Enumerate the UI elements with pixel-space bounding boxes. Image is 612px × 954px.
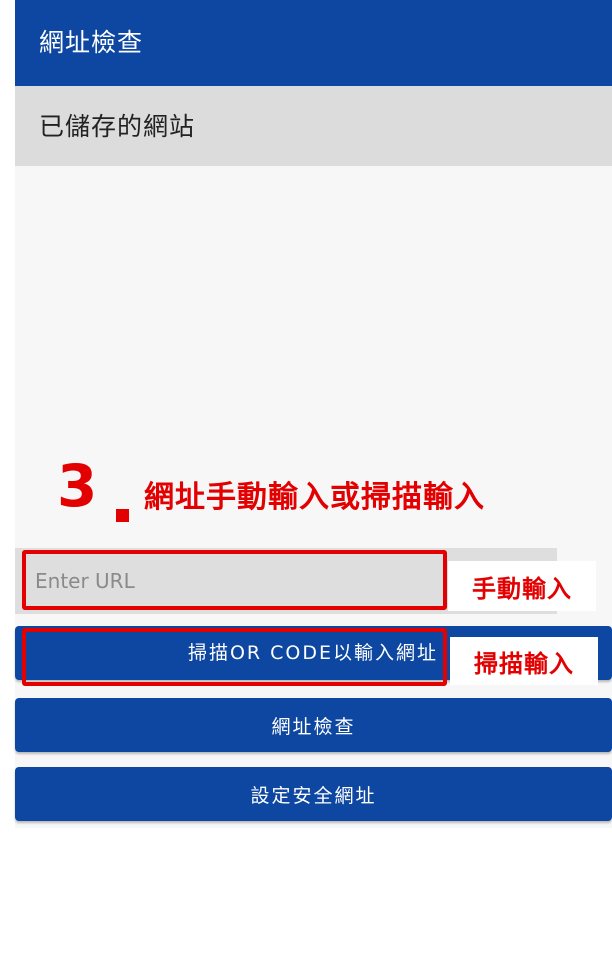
annotation-step-text: 網址手動輸入或掃描輸入 [144, 480, 485, 515]
check-url-button[interactable]: 網址檢查 [15, 698, 612, 752]
annotation-step-dot [116, 509, 129, 522]
set-safe-url-button[interactable]: 設定安全網址 [15, 767, 612, 821]
annotation-highlight-scan-button [22, 628, 447, 686]
app-title: 網址檢查 [39, 28, 144, 57]
annotation-step-number: 3 [57, 452, 98, 520]
saved-sites-title: 已儲存的網站 [39, 112, 196, 141]
app-bar: 網址檢查 [15, 0, 612, 86]
annotation-manual-input-tag: 手動輸入 [448, 561, 596, 611]
check-url-label: 網址檢查 [271, 715, 356, 738]
saved-sites-header: 已儲存的網站 [15, 86, 612, 166]
set-safe-url-label: 設定安全網址 [250, 784, 377, 807]
app-screen: 網址檢查 已儲存的網站 掃描OR CODE以輸入網址 網址檢查 設定安全網址 [15, 0, 612, 828]
annotation-scan-input-tag: 掃描輸入 [450, 637, 598, 685]
annotation-highlight-url-input [22, 550, 447, 610]
